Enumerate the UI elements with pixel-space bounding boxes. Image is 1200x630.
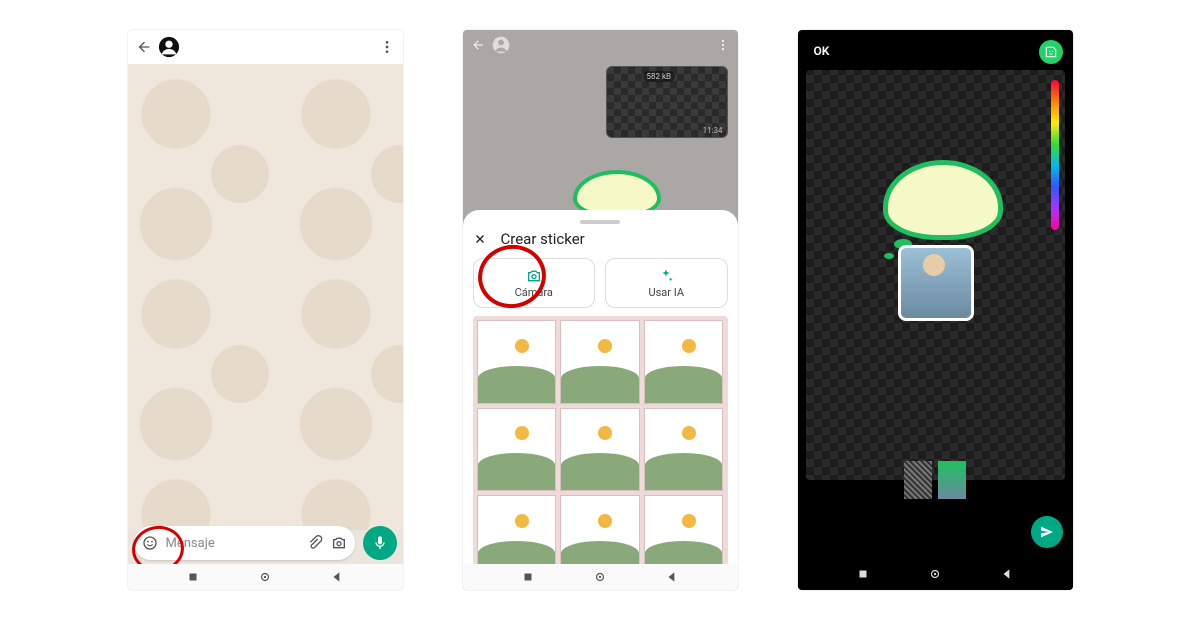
chat-wallpaper	[128, 64, 403, 530]
more-menu-icon[interactable]	[716, 38, 730, 52]
gallery-thumb[interactable]	[477, 408, 557, 492]
media-timestamp: 11:34	[703, 126, 723, 135]
gallery-thumb[interactable]	[644, 320, 724, 404]
sticker-icon	[1044, 45, 1058, 59]
back-arrow-icon[interactable]	[471, 38, 485, 52]
more-menu-icon[interactable]	[379, 39, 395, 55]
android-nav-bar	[463, 564, 738, 590]
nav-home-icon[interactable]	[593, 570, 607, 584]
media-size-badge: 582 kB	[643, 71, 676, 82]
nav-back-icon[interactable]	[1000, 567, 1014, 581]
use-ai-option-label: Usar IA	[648, 286, 684, 299]
nav-back-icon[interactable]	[665, 570, 679, 584]
back-arrow-icon[interactable]	[136, 39, 152, 55]
avatar-icon[interactable]	[158, 36, 180, 58]
cutout-person-sticker[interactable]	[898, 245, 974, 321]
camera-icon[interactable]	[331, 535, 347, 551]
gallery-grid	[473, 316, 728, 583]
close-icon[interactable]	[473, 232, 487, 246]
sparkle-icon	[658, 268, 674, 284]
nav-home-icon[interactable]	[258, 570, 272, 584]
send-button[interactable]	[1031, 516, 1063, 548]
voice-record-button[interactable]	[363, 526, 397, 560]
microphone-icon	[372, 535, 388, 551]
nav-recent-icon[interactable]	[186, 570, 200, 584]
send-icon	[1039, 524, 1055, 540]
color-slider[interactable]	[1051, 80, 1059, 230]
recent-sticker-thumb[interactable]	[904, 461, 932, 499]
create-sticker-bottom-sheet: Crear sticker Cámara Usar IA	[463, 210, 738, 564]
sticker-editor-screen: OK	[798, 30, 1073, 590]
use-ai-option-button[interactable]: Usar IA	[605, 258, 728, 308]
nav-recent-icon[interactable]	[856, 567, 870, 581]
avatar-icon[interactable]	[491, 35, 511, 55]
gallery-thumb[interactable]	[560, 408, 640, 492]
recent-sticker-thumb[interactable]	[938, 461, 966, 499]
nav-home-icon[interactable]	[928, 567, 942, 581]
create-sticker-screen: 582 kB 11:34 Crear sticker Cámara Usar I…	[463, 30, 738, 590]
chat-top-bar	[463, 30, 738, 60]
nav-back-icon[interactable]	[330, 570, 344, 584]
gallery-thumb[interactable]	[644, 408, 724, 492]
chat-top-bar	[128, 30, 403, 64]
android-nav-bar	[128, 564, 403, 590]
android-nav-bar	[798, 558, 1073, 590]
recent-stickers-tray	[798, 450, 1073, 510]
gallery-thumb[interactable]	[560, 320, 640, 404]
gallery-thumb[interactable]	[477, 320, 557, 404]
ok-button[interactable]: OK	[814, 44, 830, 58]
message-placeholder: Mensaje	[166, 536, 299, 551]
sticker-picker-button[interactable]	[1039, 40, 1063, 64]
chat-screen: Mensaje	[128, 30, 403, 590]
nav-recent-icon[interactable]	[521, 570, 535, 584]
media-message-preview[interactable]: 582 kB 11:34	[606, 66, 728, 138]
sheet-drag-handle[interactable]	[580, 220, 620, 224]
attach-icon[interactable]	[307, 535, 323, 551]
